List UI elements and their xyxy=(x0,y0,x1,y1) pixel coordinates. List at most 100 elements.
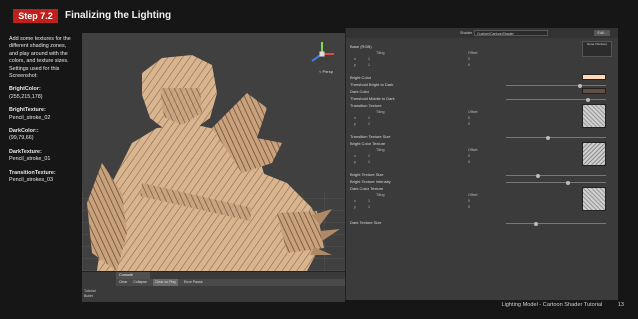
prop-bright-texture-intensity: Bright Texture Intensity xyxy=(350,179,391,184)
dark-texture-thumbnail[interactable] xyxy=(582,187,606,211)
slider-knob[interactable] xyxy=(586,97,590,102)
offset-y-value[interactable]: 0 xyxy=(468,205,470,209)
inspector-header: Shader Custom/CartoonShader Edit... xyxy=(346,28,618,38)
setting-item: DarkTexture: Pencil_stroke_01 xyxy=(9,149,73,164)
console-toolbar: Clear Collapse Clear on Play Error Pause xyxy=(116,279,345,286)
instructions-panel: Add some textures for the different shad… xyxy=(9,36,73,191)
edit-shader-button[interactable]: Edit... xyxy=(594,30,610,36)
slider-knob[interactable] xyxy=(566,180,570,185)
transition-texture-thumbnail[interactable] xyxy=(582,104,606,128)
transition-texture-size-slider[interactable] xyxy=(506,135,606,140)
x-label: x xyxy=(354,154,356,158)
offset-label: Offset xyxy=(468,51,478,55)
console-panel: Console Clear Collapse Clear on Play Err… xyxy=(82,271,345,302)
prop-transition-texture-size: Transition Texture Size xyxy=(350,134,391,139)
y-label: y xyxy=(354,205,356,209)
offset-x-value[interactable]: 0 xyxy=(468,57,470,61)
y-label: y xyxy=(354,122,356,126)
tiling-x-value[interactable]: 1 xyxy=(368,154,370,158)
offset-label: Offset xyxy=(468,148,478,152)
shader-label: Shader xyxy=(460,31,473,35)
setting-value: (99,79,66) xyxy=(9,135,34,142)
shader-dropdown[interactable]: Custom/CartoonShader xyxy=(474,30,548,36)
x-label: x xyxy=(354,199,356,203)
setting-key: TransitionTexture: xyxy=(9,169,56,176)
bright-color-swatch[interactable] xyxy=(582,74,606,80)
bright-texture-size-slider[interactable] xyxy=(506,173,606,178)
prop-bright-texture-size: Bright Texture Size xyxy=(350,172,384,177)
tiling-y-value[interactable]: 1 xyxy=(368,160,370,164)
offset-label: Offset xyxy=(468,193,478,197)
setting-value: (255,215,178) xyxy=(9,93,43,100)
slide: Step 7.2 Finalizing the Lighting Add som… xyxy=(0,0,638,319)
x-label: x xyxy=(354,116,356,120)
setting-value: Pencil_strokes_03 xyxy=(9,177,54,184)
clear-on-play-button[interactable]: Clear on Play xyxy=(153,279,179,286)
setting-key: BrightColor: xyxy=(9,86,41,93)
hierarchy-panel: Tutorial Bullet xyxy=(82,289,116,301)
threshold-bright-dark-slider[interactable] xyxy=(506,83,606,88)
hierarchy-item[interactable]: Bullet xyxy=(84,294,116,299)
scene-viewport[interactable]: < Persp xyxy=(82,33,345,271)
bright-texture-intensity-slider[interactable] xyxy=(506,180,606,185)
setting-item: BrightTexture: Pencil_stroke_02 xyxy=(9,107,73,122)
tiling-label: Tiling xyxy=(376,110,385,114)
tiling-label: Tiling xyxy=(376,51,385,55)
tiling-y-value[interactable]: 1 xyxy=(368,205,370,209)
setting-value: Pencil_stroke_01 xyxy=(9,156,51,163)
tiling-y-value[interactable]: 1 xyxy=(368,122,370,126)
y-label: y xyxy=(354,160,356,164)
collapse-button[interactable]: Collapse xyxy=(133,279,147,286)
setting-key: BrightTexture: xyxy=(9,107,46,114)
orientation-gizmo-icon[interactable] xyxy=(307,39,337,69)
page-number: 13 xyxy=(617,302,624,308)
slider-knob[interactable] xyxy=(578,83,582,88)
dark-texture-size-slider[interactable] xyxy=(506,221,606,226)
prop-threshold-bright-dark: Threshold Bright to Dark xyxy=(350,82,394,87)
footer-text: Lighting Model - Cartoon Shader Tutorial xyxy=(501,302,603,308)
slide-footer: Lighting Model - Cartoon Shader Tutorial… xyxy=(501,302,624,308)
offset-x-value[interactable]: 0 xyxy=(468,154,470,158)
offset-label: Offset xyxy=(468,110,478,114)
perspective-label[interactable]: < Persp xyxy=(319,69,333,74)
prop-base: Base (RGB) xyxy=(350,44,372,49)
offset-x-value[interactable]: 0 xyxy=(468,199,470,203)
prop-dark-color-texture: Dark Color Texture xyxy=(350,186,384,191)
setting-key: DarkColor:: xyxy=(9,128,39,135)
tiling-label: Tiling xyxy=(376,148,385,152)
offset-y-value[interactable]: 0 xyxy=(468,122,470,126)
setting-item: TransitionTexture: Pencil_strokes_03 xyxy=(9,170,73,185)
base-texture-slot[interactable]: None (Texture) xyxy=(582,41,612,57)
tiling-label: Tiling xyxy=(376,193,385,197)
slider-knob[interactable] xyxy=(536,173,540,178)
offset-y-value[interactable]: 0 xyxy=(468,160,470,164)
prop-bright-color: Bright Color xyxy=(350,75,372,80)
setting-value: Pencil_stroke_02 xyxy=(9,114,51,121)
tiling-x-value[interactable]: 1 xyxy=(368,57,370,61)
x-label: x xyxy=(354,57,356,61)
slide-title: Finalizing the Lighting xyxy=(65,10,172,21)
setting-key: DarkTexture: xyxy=(9,148,42,155)
offset-x-value[interactable]: 0 xyxy=(468,116,470,120)
tiling-y-value[interactable]: 1 xyxy=(368,63,370,67)
dark-color-swatch[interactable] xyxy=(582,88,606,94)
step-badge: Step 7.2 xyxy=(13,9,58,23)
slider-knob[interactable] xyxy=(546,135,550,140)
offset-y-value[interactable]: 0 xyxy=(468,63,470,67)
instructions-intro: Add some textures for the different shad… xyxy=(9,36,71,80)
y-label: y xyxy=(354,63,356,67)
tiling-x-value[interactable]: 1 xyxy=(368,199,370,203)
bright-texture-thumbnail[interactable] xyxy=(582,142,606,166)
prop-transition-texture: Transition Texture xyxy=(350,103,382,108)
setting-item: DarkColor:: (99,79,66) xyxy=(9,128,73,143)
threshold-middle-dark-slider[interactable] xyxy=(506,97,606,102)
slider-knob[interactable] xyxy=(534,221,538,226)
prop-threshold-middle-dark: Threshold Middle to Dark xyxy=(350,96,395,101)
prop-dark-color: Dark Color xyxy=(350,89,370,94)
error-pause-button[interactable]: Error Pause xyxy=(184,279,203,286)
setting-item: BrightColor: (255,215,178) xyxy=(9,86,73,101)
ogre-model[interactable] xyxy=(82,33,345,271)
clear-button[interactable]: Clear xyxy=(119,279,127,286)
console-tab[interactable]: Console xyxy=(116,272,150,279)
tiling-x-value[interactable]: 1 xyxy=(368,116,370,120)
